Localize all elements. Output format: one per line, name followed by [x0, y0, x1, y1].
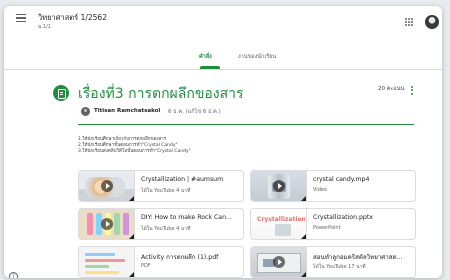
classroom-window: วิทยาศาสตร์ 1/2562 ม.1/1 คำสั่ง งานของนั…: [4, 6, 442, 278]
attachment-title: Activity การตกผลึก (1).pdf: [141, 254, 219, 261]
help-icon[interactable]: ?: [9, 272, 18, 278]
assignment-card: เรื่องที่3 การตกผลึกของสาร 20 คะแนน Titi…: [38, 73, 433, 278]
post-date: 6 ธ.ค. (แก้ไข 6 ธ.ค.): [168, 109, 221, 115]
powerpoint-thumbnail: Crystallization: [251, 209, 307, 239]
attachment-title: DIY: How to make Rock Can...: [141, 214, 232, 221]
account-avatar[interactable]: [425, 15, 439, 29]
video-thumbnail: [251, 247, 307, 277]
video-thumbnail: [79, 171, 135, 201]
pdf-thumbnail: [79, 247, 135, 277]
google-apps-icon[interactable]: [405, 18, 413, 26]
assignment-title: เรื่องที่3 การตกผลึกของสาร: [78, 86, 244, 102]
ppt-thumb-text: Crystallization: [257, 216, 306, 223]
top-app-bar: วิทยาศาสตร์ 1/2562 ม.1/1: [4, 6, 442, 32]
attachment-subtitle: PDF: [141, 263, 151, 269]
attachment-card[interactable]: Activity การตกผลึก (1).pdf PDF: [78, 246, 244, 278]
attachment-title: Crystallization | #aumsum: [141, 176, 224, 183]
attachment-card[interactable]: Crystallization Crystallization.pptx Pow…: [250, 208, 416, 240]
points-label: 20 คะแนน: [378, 86, 405, 92]
assignment-icon: [53, 85, 69, 101]
author-avatar: [81, 107, 90, 116]
more-options-icon[interactable]: [410, 86, 414, 96]
instructions: 1.ให้นักเรียนศึกษาเกี่ยวกับการตกผลึกของส…: [78, 137, 191, 155]
title-divider: [78, 124, 414, 125]
attachment-card[interactable]: crystal candy.mp4 Video: [250, 170, 416, 202]
attachment-subtitle: ได้ใน YouTube 4 นาที: [141, 188, 191, 194]
play-icon: [101, 180, 113, 192]
author-name: Titisan Ramchatsakol: [94, 108, 161, 114]
play-icon: [273, 256, 285, 268]
video-thumbnail: [79, 209, 135, 239]
attachment-title: crystal candy.mp4: [313, 176, 370, 183]
attachment-subtitle: Video: [313, 187, 328, 193]
tab-student-work[interactable]: งานของนักเรียน: [238, 53, 276, 61]
attachment-subtitle: ได้ใน YouTube 17 นาที: [313, 264, 366, 270]
attachment-title: Crystallization.pptx: [313, 214, 373, 221]
hamburger-menu-icon[interactable]: [16, 14, 26, 23]
video-thumbnail: [251, 171, 307, 201]
class-section: ม.1/1: [38, 24, 51, 30]
attachment-card[interactable]: สอนทำลูกอมคริสตัลวิทยาศาสต... ได้ใน YouT…: [250, 246, 416, 278]
attachment-card[interactable]: Crystallization | #aumsum ได้ใน YouTube …: [78, 170, 244, 202]
attachment-card[interactable]: DIY: How to make Rock Can... ได้ใน YouTu…: [78, 208, 244, 240]
play-icon: [273, 180, 285, 192]
instruction-line: 3.ให้นักเรียนส่งคลิปวิดีโอขั้นตอนการทำ"C…: [78, 149, 191, 154]
attachment-title: สอนทำลูกอมคริสตัลวิทยาศาสต...: [313, 254, 403, 261]
attachment-subtitle: ได้ใน YouTube 4 นาที: [141, 226, 191, 232]
assignment-tabs: คำสั่ง งานของนักเรียน: [4, 44, 442, 70]
active-tab-indicator: [200, 66, 220, 69]
play-icon: [101, 218, 113, 230]
attachment-subtitle: PowerPoint: [313, 225, 341, 231]
tab-instructions[interactable]: คำสั่ง: [199, 53, 212, 61]
